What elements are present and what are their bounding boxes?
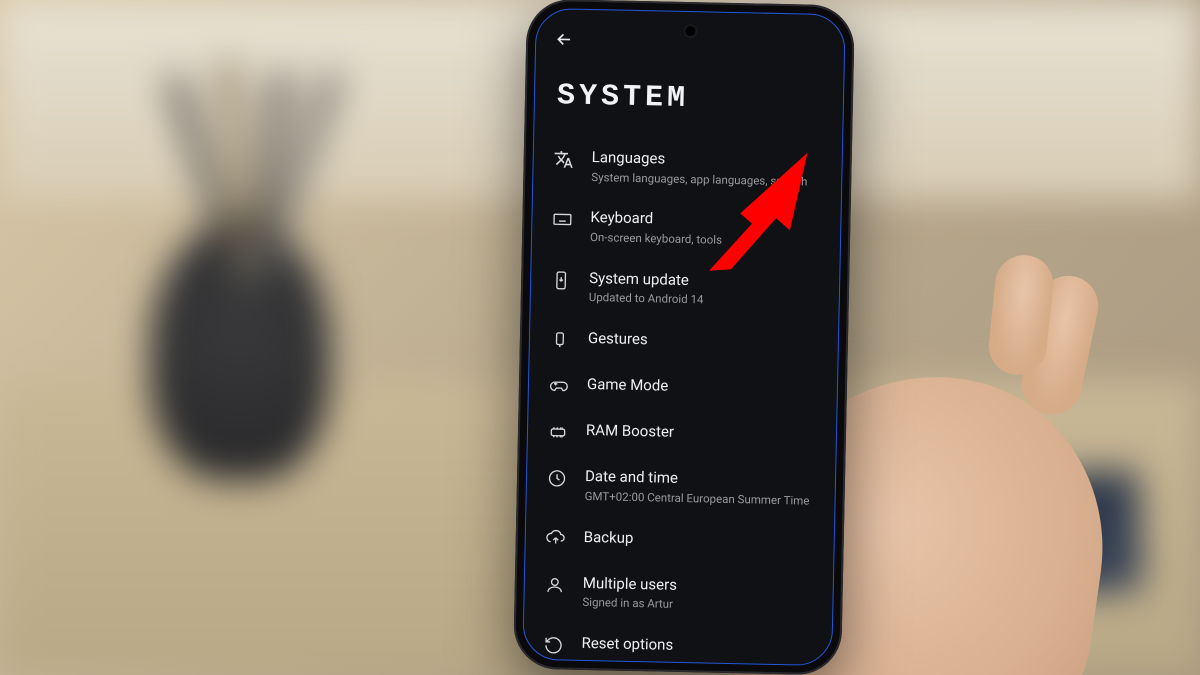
item-subtitle: Updated to Android 14: [589, 290, 819, 310]
settings-item-backup[interactable]: Backup: [525, 514, 834, 566]
settings-item-system-update[interactable]: System update Updated to Android 14: [530, 256, 839, 323]
item-title: Languages: [592, 148, 822, 172]
phone-frame: SYSTEM Languages System languages, app l…: [513, 0, 855, 675]
settings-item-date-time[interactable]: Date and time GMT+02:00 Central European…: [526, 454, 835, 521]
item-title: Date and time: [585, 467, 815, 491]
settings-item-ram-booster[interactable]: RAM Booster: [528, 408, 837, 460]
page-title: SYSTEM: [534, 53, 844, 141]
item-subtitle: Signed in as Artur: [582, 595, 812, 615]
settings-item-keyboard[interactable]: Keyboard On-screen keyboard, tools: [532, 195, 841, 262]
item-subtitle: On-screen keyboard, tools: [590, 230, 820, 250]
item-title: Multiple users: [583, 574, 813, 598]
ram-booster-icon: [548, 422, 568, 442]
item-title: System update: [589, 269, 819, 293]
item-title: Keyboard: [590, 208, 820, 232]
multiple-users-icon: [545, 575, 565, 595]
settings-item-multiple-users[interactable]: Multiple users Signed in as Artur: [524, 560, 833, 627]
phone-screen: SYSTEM Languages System languages, app l…: [522, 8, 846, 666]
settings-list: Languages System languages, app language…: [523, 135, 842, 666]
reset-icon: [543, 635, 563, 655]
clock-icon: [547, 468, 567, 488]
item-title: Gestures: [588, 329, 818, 353]
backup-icon: [546, 529, 566, 549]
item-title: Backup: [584, 528, 814, 552]
back-arrow-icon: [554, 29, 574, 49]
item-title: Reset options: [581, 634, 811, 658]
item-title: Game Mode: [587, 375, 817, 399]
scene-background: SYSTEM Languages System languages, app l…: [0, 0, 1200, 675]
item-subtitle: GMT+02:00 Central European Summer Time: [584, 489, 814, 509]
item-title: RAM Booster: [586, 421, 816, 445]
system-update-icon: [551, 270, 571, 290]
settings-item-reset-options[interactable]: Reset options: [523, 621, 832, 666]
settings-item-gestures[interactable]: Gestures: [529, 316, 838, 368]
settings-item-languages[interactable]: Languages System languages, app language…: [533, 135, 842, 202]
gestures-icon: [550, 331, 570, 351]
settings-item-game-mode[interactable]: Game Mode: [528, 362, 837, 414]
translate-icon: [553, 149, 573, 169]
item-subtitle: System languages, app languages, speech: [591, 170, 821, 190]
keyboard-icon: [552, 210, 572, 230]
game-mode-icon: [549, 376, 569, 396]
